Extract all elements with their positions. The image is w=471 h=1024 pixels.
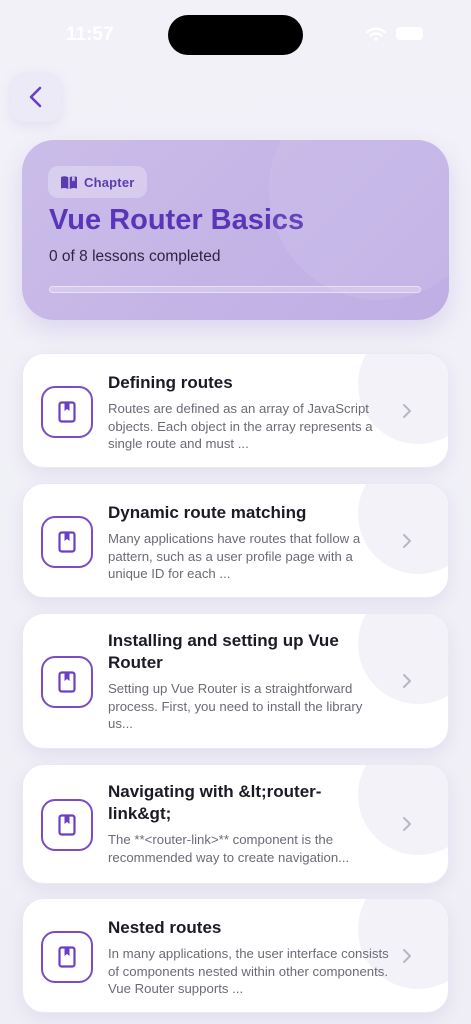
chapter-header-card: Chapter Vue Router Basics 0 of 8 lessons… xyxy=(22,140,449,320)
lesson-title: Navigating with &lt;router-link&gt; xyxy=(108,782,322,823)
chevron-right-icon xyxy=(392,941,422,971)
bookmark-book-icon xyxy=(58,946,76,968)
open-book-icon xyxy=(61,175,77,189)
bookmark-book-icon xyxy=(58,814,76,836)
lesson-title: Defining routes xyxy=(108,373,233,392)
status-time: 11:57 xyxy=(66,24,114,45)
chevron-right-icon xyxy=(392,526,422,556)
lesson-card-installing-vue-router[interactable]: Installing and setting up Vue Router Set… xyxy=(22,613,449,749)
lesson-book-icon xyxy=(41,516,93,568)
dynamic-island xyxy=(168,15,303,55)
chevron-right-icon xyxy=(392,396,422,426)
lesson-card-dynamic-route-matching[interactable]: Dynamic route matching Many applications… xyxy=(22,483,449,598)
lesson-description: Setting up Vue Router is a straightforwa… xyxy=(108,681,363,731)
back-button[interactable] xyxy=(11,72,61,122)
bookmark-book-icon xyxy=(58,531,76,553)
page-title: Vue Router Basics xyxy=(49,204,305,236)
lesson-card-defining-routes[interactable]: Defining routes Routes are defined as an… xyxy=(22,353,449,468)
chapter-badge: Chapter xyxy=(48,166,147,198)
chapter-badge-label: Chapter xyxy=(84,174,135,190)
battery-icon xyxy=(396,27,423,40)
lesson-book-icon xyxy=(41,931,93,983)
lesson-description: In many applications, the user interface… xyxy=(108,946,389,996)
lesson-card-nested-routes[interactable]: Nested routes In many applications, the … xyxy=(22,898,449,1013)
chevron-left-icon xyxy=(29,86,42,108)
lesson-title: Installing and setting up Vue Router xyxy=(108,631,339,672)
lesson-title: Nested routes xyxy=(108,918,222,937)
lesson-title: Dynamic route matching xyxy=(108,503,307,522)
wifi-icon xyxy=(366,27,386,42)
progress-text: 0 of 8 lessons completed xyxy=(49,248,221,265)
lesson-description: Many applications have routes that follo… xyxy=(108,531,361,581)
lesson-description: The **<router-link>** component is the r… xyxy=(108,832,350,865)
lesson-book-icon xyxy=(41,799,93,851)
chevron-right-icon xyxy=(392,666,422,696)
progress-bar xyxy=(49,286,421,293)
lesson-card-navigating-router-link[interactable]: Navigating with &lt;router-link&gt; The … xyxy=(22,764,449,884)
lesson-book-icon xyxy=(41,386,93,438)
bookmark-book-icon xyxy=(58,401,76,423)
lesson-book-icon xyxy=(41,656,93,708)
bookmark-book-icon xyxy=(58,671,76,693)
chevron-right-icon xyxy=(392,809,422,839)
lesson-description: Routes are defined as an array of JavaSc… xyxy=(108,401,373,451)
status-bar: 11:57 xyxy=(0,0,471,70)
